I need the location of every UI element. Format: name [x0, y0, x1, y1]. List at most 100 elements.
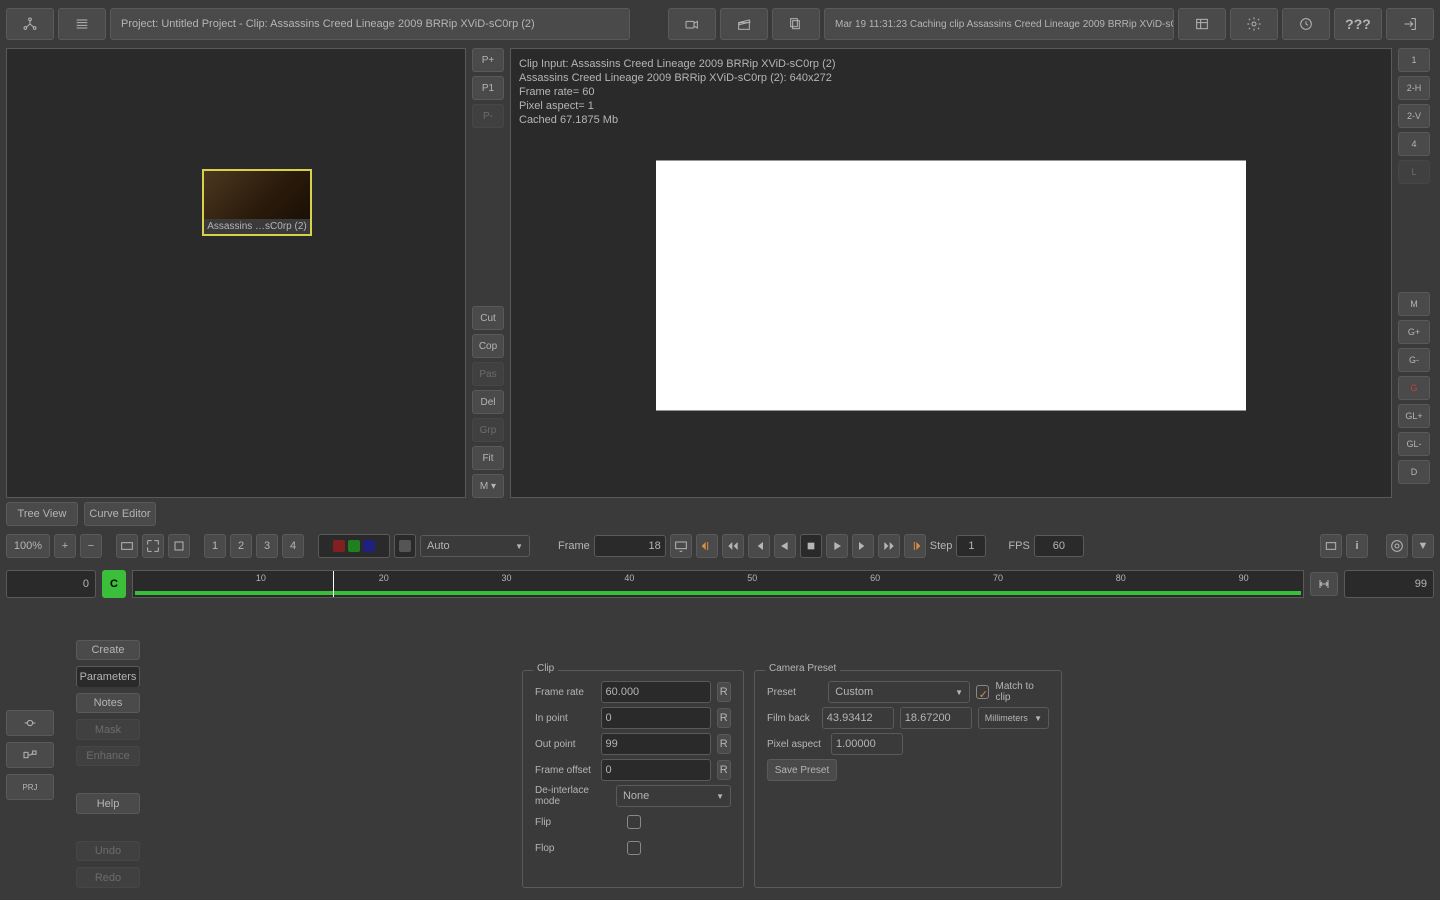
- undo-button[interactable]: Undo: [76, 841, 140, 861]
- alpha-channel-button[interactable]: [394, 534, 416, 558]
- node-clip[interactable]: Assassins …sC0rp (2): [202, 169, 312, 236]
- fast-forward-button[interactable]: [878, 534, 900, 558]
- list-mode-button[interactable]: [58, 8, 106, 40]
- node-mode-button[interactable]: [6, 8, 54, 40]
- camera-icon-button[interactable]: [668, 8, 716, 40]
- preset-1-button[interactable]: 1: [204, 534, 226, 558]
- step-input[interactable]: [956, 535, 986, 557]
- rgb-channel-toggle[interactable]: [318, 534, 390, 558]
- m-menu-button[interactable]: M ▾: [472, 474, 504, 498]
- key-prev-button[interactable]: [696, 534, 718, 558]
- key-next-button[interactable]: [904, 534, 926, 558]
- zoom-in-button[interactable]: +: [54, 534, 76, 558]
- frame-rate-reset[interactable]: R: [717, 682, 731, 702]
- view-a-button[interactable]: [1320, 534, 1342, 558]
- play-reverse-button[interactable]: [774, 534, 796, 558]
- panel-icon-button[interactable]: [1178, 8, 1226, 40]
- gamma-g-button[interactable]: G: [1398, 376, 1430, 400]
- preset-3-button[interactable]: 3: [256, 534, 278, 558]
- tab-help[interactable]: Help: [76, 793, 140, 813]
- range-button[interactable]: [1310, 572, 1338, 596]
- step-back-button[interactable]: [748, 534, 770, 558]
- gamma-m-button[interactable]: M: [1398, 292, 1430, 316]
- playhead[interactable]: [333, 571, 334, 597]
- node-graph-panel[interactable]: Assassins …sC0rp (2): [6, 48, 466, 498]
- export-button[interactable]: [1282, 8, 1330, 40]
- pixel-aspect-input[interactable]: [831, 733, 903, 755]
- gl-minus-button[interactable]: GL-: [1398, 432, 1430, 456]
- rewind-button[interactable]: [722, 534, 744, 558]
- stop-button[interactable]: [800, 534, 822, 558]
- match-to-clip-checkbox[interactable]: ✓: [976, 685, 989, 699]
- frame-rate-input[interactable]: [601, 681, 711, 703]
- cut-button[interactable]: Cut: [472, 306, 504, 330]
- tab-create[interactable]: Create: [76, 640, 140, 660]
- gamma-plus-button[interactable]: G+: [1398, 320, 1430, 344]
- end-frame-display[interactable]: 99: [1344, 570, 1434, 598]
- delete-button[interactable]: Del: [472, 390, 504, 414]
- fit-button[interactable]: Fit: [472, 446, 504, 470]
- fit-width-button[interactable]: [116, 534, 138, 558]
- config-button[interactable]: [1386, 534, 1408, 558]
- out-point-reset[interactable]: R: [717, 734, 731, 754]
- monitor-button[interactable]: [670, 534, 692, 558]
- layout-2v-button[interactable]: 2-V: [1398, 104, 1430, 128]
- in-point-reset[interactable]: R: [717, 708, 731, 728]
- tab-mask[interactable]: Mask: [76, 719, 140, 739]
- zoom-out-button[interactable]: −: [80, 534, 102, 558]
- menu-dropdown-button[interactable]: ▼: [1412, 534, 1434, 558]
- timeline-ruler[interactable]: 102030405060708090: [132, 570, 1304, 598]
- gl-plus-button[interactable]: GL+: [1398, 404, 1430, 428]
- frame-offset-reset[interactable]: R: [717, 760, 731, 780]
- film-back-units-dropdown[interactable]: Millimeters: [978, 707, 1049, 729]
- slate-icon-button[interactable]: [720, 8, 768, 40]
- gamma-minus-button[interactable]: G-: [1398, 348, 1430, 372]
- out-point-input[interactable]: [601, 733, 711, 755]
- preset-4-button[interactable]: 4: [282, 534, 304, 558]
- flop-checkbox[interactable]: [627, 841, 641, 855]
- gl-d-button[interactable]: D: [1398, 460, 1430, 484]
- settings-button[interactable]: [1230, 8, 1278, 40]
- save-preset-button[interactable]: Save Preset: [767, 759, 837, 781]
- display-mode-dropdown[interactable]: Auto: [420, 535, 530, 557]
- info-button[interactable]: i: [1346, 534, 1368, 558]
- copy-icon-button[interactable]: [772, 8, 820, 40]
- redo-button[interactable]: Redo: [76, 867, 140, 887]
- step-forward-button[interactable]: [852, 534, 874, 558]
- group-button[interactable]: Grp: [472, 418, 504, 442]
- film-back-height-input[interactable]: [900, 707, 972, 729]
- deinterlace-dropdown[interactable]: None: [616, 785, 731, 807]
- layout-2h-button[interactable]: 2-H: [1398, 76, 1430, 100]
- tool-node-icon[interactable]: [6, 710, 54, 736]
- tab-parameters[interactable]: Parameters: [76, 666, 140, 686]
- play-button[interactable]: [826, 534, 848, 558]
- paste-button[interactable]: Pas: [472, 362, 504, 386]
- layout-l-button[interactable]: L: [1398, 160, 1430, 184]
- fit-screen-button[interactable]: [142, 534, 164, 558]
- fps-input[interactable]: [1034, 535, 1084, 557]
- cache-indicator[interactable]: C: [102, 570, 126, 598]
- film-back-width-input[interactable]: [822, 707, 894, 729]
- preset-2-button[interactable]: 2: [230, 534, 252, 558]
- preset-dropdown[interactable]: Custom: [828, 681, 970, 703]
- copy-button[interactable]: Cop: [472, 334, 504, 358]
- flip-checkbox[interactable]: [627, 815, 641, 829]
- zoom-level[interactable]: 100%: [6, 534, 50, 558]
- viewer-panel[interactable]: Clip Input: Assassins Creed Lineage 2009…: [510, 48, 1392, 498]
- tab-notes[interactable]: Notes: [76, 693, 140, 713]
- pixel-aspect-button[interactable]: [168, 534, 190, 558]
- in-point-input[interactable]: [601, 707, 711, 729]
- tab-curve-editor[interactable]: Curve Editor: [84, 502, 156, 526]
- tool-flow-icon[interactable]: [6, 742, 54, 768]
- p-plus-button[interactable]: P+: [472, 48, 504, 72]
- p1-button[interactable]: P1: [472, 76, 504, 100]
- tab-enhance[interactable]: Enhance: [76, 746, 140, 766]
- layout-1-button[interactable]: 1: [1398, 48, 1430, 72]
- tool-prj-icon[interactable]: PRJ: [6, 774, 54, 800]
- frame-offset-input[interactable]: [601, 759, 711, 781]
- tab-tree-view[interactable]: Tree View: [6, 502, 78, 526]
- frame-input[interactable]: [594, 535, 666, 557]
- exit-button[interactable]: [1386, 8, 1434, 40]
- p-minus-button[interactable]: P-: [472, 104, 504, 128]
- layout-4-button[interactable]: 4: [1398, 132, 1430, 156]
